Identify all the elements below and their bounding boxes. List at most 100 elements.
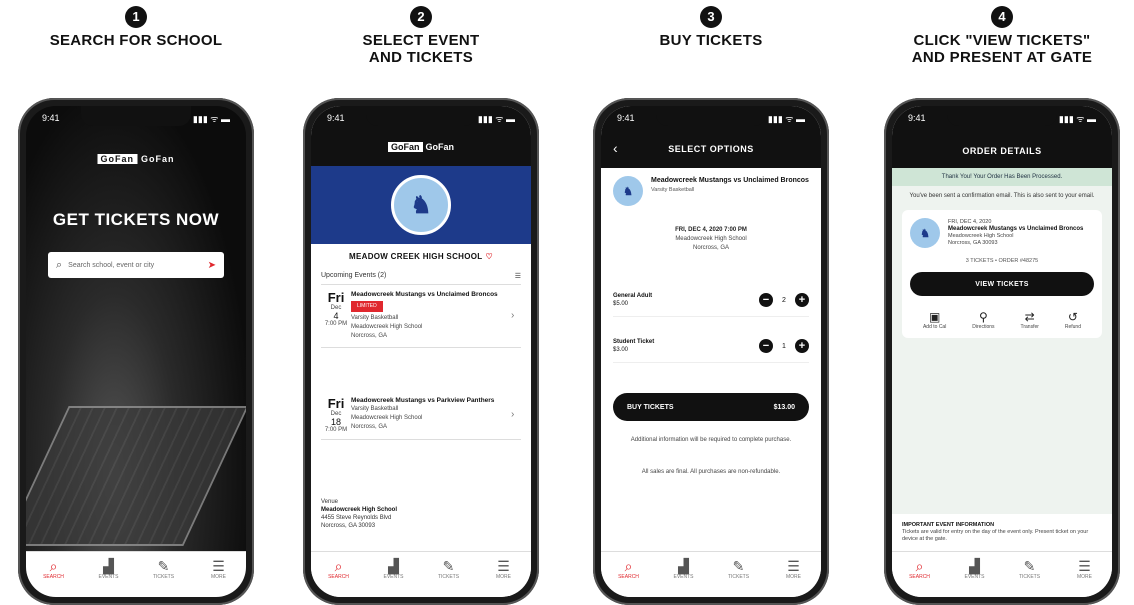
signal-icon: ▮▮▮ ᯤ ▬ — [192, 113, 230, 124]
signal-icon: ▮▮▮ ᯤ ▬ — [767, 113, 805, 124]
menu-icon: ☰ — [787, 558, 800, 574]
quantity-value: 2 — [782, 296, 786, 304]
tab-search[interactable]: ⌕ SEARCH — [609, 558, 649, 580]
school-name: MEADOW CREEK HIGH SCHOOL ♡ — [349, 252, 493, 261]
transfer-button[interactable]: ⇄ Transfer — [1020, 310, 1038, 330]
tab-bar: ⌕ SEARCH ▟ EVENTS ✎ TICKETS ☰ MORE — [26, 551, 246, 597]
quantity-value: 1 — [782, 342, 786, 350]
tab-more[interactable]: ☰ MORE — [1065, 558, 1105, 580]
phone-search: 9:41 ▮▮▮ ᯤ ▬ GoFan GoFan GET TICKETS NOW … — [18, 98, 254, 605]
event-info: Meadowcreek Mustangs vs Parkview Panther… — [351, 397, 495, 430]
event-date: Fri Dec 4 7:00 PM — [324, 290, 348, 327]
step-title: SEARCH FOR SCHOOL — [49, 32, 223, 49]
tab-tickets[interactable]: ✎ TICKETS — [429, 558, 469, 580]
tab-events[interactable]: ▟ EVENTS — [89, 558, 129, 580]
phone-buy: ‹ SELECT OPTIONS 9:41 ▮▮▮ ᯤ ▬ ♞ Meadowcr… — [593, 98, 829, 605]
add-to-calendar-button[interactable]: ▣ Add to Cal — [923, 310, 946, 330]
order-total: $13.00 — [773, 403, 795, 411]
tab-tickets[interactable]: ✎ TICKETS — [719, 558, 759, 580]
ticket-icon: ✎ — [732, 558, 745, 574]
decrement-button[interactable]: − — [759, 293, 773, 307]
search-input[interactable]: ⌕ Search school, event or city ➤ — [48, 252, 224, 278]
screen: ORDER DETAILS 9:41 ▮▮▮ ᯤ ▬ Thank You! Yo… — [892, 106, 1112, 597]
search-icon: ⌕ — [56, 258, 63, 271]
stadium-icon: ▟ — [969, 558, 980, 574]
screen: 9:41 ▮▮▮ ᯤ ▬ GoFan GoFan GET TICKETS NOW … — [26, 106, 246, 597]
event-title: Meadowcreek Mustangs vs Unclaimed Bronco… — [651, 177, 809, 184]
phone-school: GoFan GoFan 9:41 ▮▮▮ ᯤ ▬ ♞ MEADOW CREEK H… — [303, 98, 539, 605]
screen: ‹ SELECT OPTIONS 9:41 ▮▮▮ ᯤ ▬ ♞ Meadowcr… — [601, 106, 821, 597]
stadium-icon: ▟ — [678, 558, 689, 574]
ticket-icon: ✎ — [442, 558, 455, 574]
notch — [656, 106, 766, 126]
stadium-icon: ▟ — [103, 558, 114, 574]
order-body: Thank You! Your Order Has Been Processed… — [892, 168, 1112, 551]
phone-order: ORDER DETAILS 9:41 ▮▮▮ ᯤ ▬ Thank You! Yo… — [884, 98, 1120, 605]
ticket-card: ♞ FRI, DEC 4, 2020 Meadowcreek Mustangs … — [902, 210, 1102, 338]
search-placeholder: Search school, event or city — [68, 261, 155, 269]
increment-button[interactable]: + — [795, 339, 809, 353]
refund-button[interactable]: ↺ Refund — [1065, 310, 1081, 330]
directions-button[interactable]: ⚲ Directions — [972, 310, 994, 330]
tab-events[interactable]: ▟ EVENTS — [374, 558, 414, 580]
stadium-icon: ▟ — [388, 558, 399, 574]
signal-icon: ▮▮▮ ᯤ ▬ — [1058, 113, 1096, 124]
tab-bar: ⌕ SEARCH ▟ EVENTS ✎ TICKETS ☰ MORE — [892, 551, 1112, 597]
step-number: 1 — [125, 6, 147, 28]
step-4: 4 CLICK "VIEW TICKETS" AND PRESENT AT GA… — [872, 0, 1132, 66]
status-badge: LIMITED — [351, 301, 383, 312]
tab-bar: ⌕ SEARCH ▟ EVENTS ✎ TICKETS ☰ MORE — [601, 551, 821, 597]
tab-events[interactable]: ▟ EVENTS — [664, 558, 704, 580]
decrement-button[interactable]: − — [759, 339, 773, 353]
brand-text: GoFan — [141, 154, 175, 164]
status-time: 9:41 — [42, 113, 60, 123]
notch — [947, 106, 1057, 126]
view-tickets-button[interactable]: VIEW TICKETS — [910, 272, 1094, 296]
brand-logo: GoFan GoFan — [388, 142, 454, 152]
tab-search[interactable]: ⌕ SEARCH — [319, 558, 359, 580]
search-icon: ⌕ — [624, 558, 633, 574]
venue-info: Venue Meadowcreek High School 4455 Steve… — [321, 499, 398, 529]
confirmation-text: You've been sent a confirmation email. T… — [909, 193, 1095, 199]
event-subtitle: Varsity Basketball — [651, 187, 695, 193]
tab-search[interactable]: ⌕ SEARCH — [900, 558, 940, 580]
refund-policy-note: All sales are final. All purchases are n… — [641, 469, 781, 475]
tab-more[interactable]: ☰ MORE — [199, 558, 239, 580]
step-title: SELECT EVENT AND TICKETS — [362, 32, 480, 66]
tab-events[interactable]: ▟ EVENTS — [955, 558, 995, 580]
tab-tickets[interactable]: ✎ TICKETS — [144, 558, 184, 580]
step-3: 3 BUY TICKETS — [581, 0, 841, 49]
tab-more[interactable]: ☰ MORE — [774, 558, 814, 580]
tab-tickets[interactable]: ✎ TICKETS — [1010, 558, 1050, 580]
step-number: 4 — [991, 6, 1013, 28]
filter-icon[interactable]: ☰ — [515, 272, 521, 280]
event-info: Meadowcreek Mustangs vs Unclaimed Bronco… — [351, 291, 498, 339]
page-title: SELECT OPTIONS — [668, 144, 754, 154]
step-2: 2 SELECT EVENT AND TICKETS — [291, 0, 551, 66]
menu-icon: ☰ — [1078, 558, 1091, 574]
event-row[interactable]: Fri Dec 18 7:00 PM Meadowcreek Mustangs … — [321, 396, 521, 440]
chevron-right-icon: › — [511, 409, 515, 420]
school-mascot-logo: ♞ — [910, 218, 940, 248]
tab-bar: ⌕ SEARCH ▟ EVENTS ✎ TICKETS ☰ MORE — [311, 551, 531, 597]
ticket-actions: ▣ Add to Cal ⚲ Directions ⇄ Transfer ↺ Refun… — [910, 310, 1094, 330]
refund-icon: ↺ — [1067, 310, 1078, 324]
event-row[interactable]: Fri Dec 4 7:00 PM Meadowcreek Mustangs v… — [321, 290, 521, 348]
event-information: IMPORTANT EVENT INFORMATION Tickets are … — [892, 514, 1112, 551]
tab-search[interactable]: ⌕ SEARCH — [34, 558, 74, 580]
increment-button[interactable]: + — [795, 293, 809, 307]
notch — [81, 106, 191, 126]
page-title: ORDER DETAILS — [962, 146, 1042, 156]
tab-more[interactable]: ☰ MORE — [484, 558, 524, 580]
notch — [366, 106, 476, 126]
favorite-heart-icon[interactable]: ♡ — [485, 252, 492, 261]
upcoming-events-header: Upcoming Events (2) ☰ — [321, 272, 521, 285]
additional-info-note: Additional information will be required … — [630, 437, 792, 443]
school-mascot-logo: ♞ — [613, 176, 643, 206]
school-banner: ♞ — [311, 166, 531, 244]
buy-tickets-button[interactable]: BUY TICKETS $13.00 — [613, 393, 809, 421]
search-icon: ⌕ — [334, 558, 343, 574]
step-number: 2 — [410, 6, 432, 28]
location-arrow-icon[interactable]: ➤ — [208, 260, 216, 271]
signal-icon: ▮▮▮ ᯤ ▬ — [477, 113, 515, 124]
